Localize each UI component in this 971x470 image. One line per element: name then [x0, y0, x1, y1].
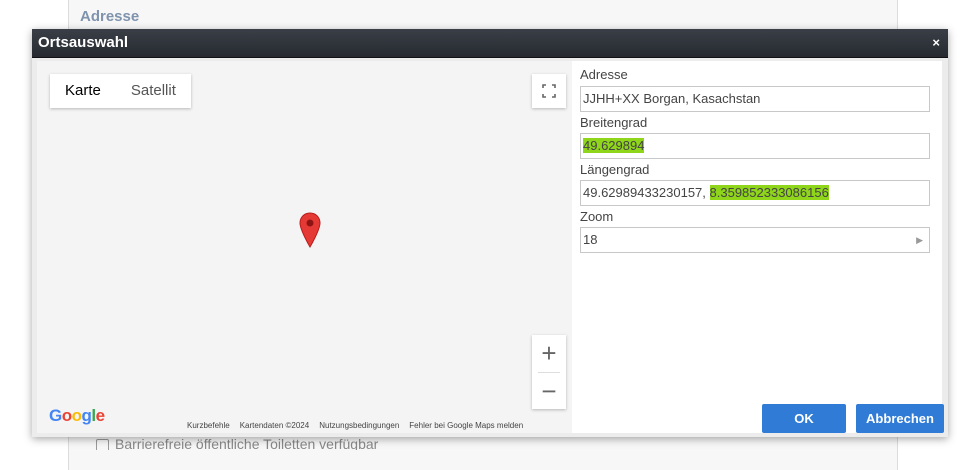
- zoom-select[interactable]: 18 ▶: [580, 227, 930, 253]
- map-type-karte-button[interactable]: Karte: [50, 74, 116, 108]
- latitude-input[interactable]: 49.629894: [580, 133, 930, 159]
- address-value: JJHH+XX Borgan, Kasachstan: [583, 91, 761, 106]
- footer-link-mapdata: Kartendaten ©2024: [239, 421, 310, 430]
- zoom-label: Zoom: [580, 209, 614, 224]
- footer-link-terms[interactable]: Nutzungsbedingungen: [319, 421, 399, 430]
- zoom-value: 18: [583, 232, 598, 247]
- location-dialog: Ortsauswahl × Karte Satellit + − Google …: [32, 29, 948, 437]
- close-icon[interactable]: ×: [932, 35, 940, 50]
- background-checkbox-row: Barrierefreie öffentliche Toiletten verf…: [96, 436, 378, 450]
- map-view[interactable]: Karte Satellit + − Google Kurzbefehle Ka…: [37, 61, 572, 433]
- map-type-control: Karte Satellit: [50, 74, 191, 108]
- location-form: Adresse JJHH+XX Borgan, Kasachstan Breit…: [580, 61, 944, 433]
- cancel-button[interactable]: Abbrechen: [856, 404, 944, 433]
- dialog-title: Ortsauswahl: [38, 34, 129, 51]
- zoom-in-button[interactable]: +: [532, 335, 566, 371]
- map-marker-icon[interactable]: [299, 212, 321, 248]
- zoom-out-button[interactable]: −: [532, 373, 566, 409]
- footer-link-report[interactable]: Fehler bei Google Maps melden: [409, 421, 523, 430]
- address-input[interactable]: JJHH+XX Borgan, Kasachstan: [580, 86, 930, 112]
- latitude-value: 49.629894: [583, 138, 645, 153]
- fullscreen-icon: [542, 84, 556, 98]
- chevron-right-icon: ▶: [916, 235, 923, 245]
- latitude-label: Breitengrad: [580, 115, 648, 130]
- longitude-value-highlight: 8.359852333086156: [709, 185, 829, 200]
- longitude-value-plain: 49.62989433230157,: [583, 185, 710, 200]
- footer-link-shortcuts[interactable]: Kurzbefehle: [187, 421, 230, 430]
- longitude-input[interactable]: 49.62989433230157, 8.359852333086156: [580, 180, 930, 206]
- background-heading: Adresse: [80, 8, 140, 25]
- map-footer: Kurzbefehle Kartendaten ©2024 Nutzungsbe…: [187, 418, 523, 433]
- address-label: Adresse: [580, 67, 628, 82]
- dialog-body: Karte Satellit + − Google Kurzbefehle Ka…: [37, 61, 944, 433]
- ok-button[interactable]: OK: [762, 404, 846, 433]
- dialog-titlebar: Ortsauswahl ×: [32, 29, 948, 58]
- map-type-satellit-button[interactable]: Satellit: [116, 74, 191, 108]
- google-logo[interactable]: Google: [49, 406, 105, 426]
- longitude-label: Längengrad: [580, 162, 650, 177]
- background-checkbox-label: Barrierefreie öffentliche Toiletten verf…: [115, 436, 379, 450]
- checkbox-icon[interactable]: [96, 438, 109, 450]
- zoom-control: + −: [532, 335, 566, 409]
- fullscreen-button[interactable]: [532, 74, 566, 108]
